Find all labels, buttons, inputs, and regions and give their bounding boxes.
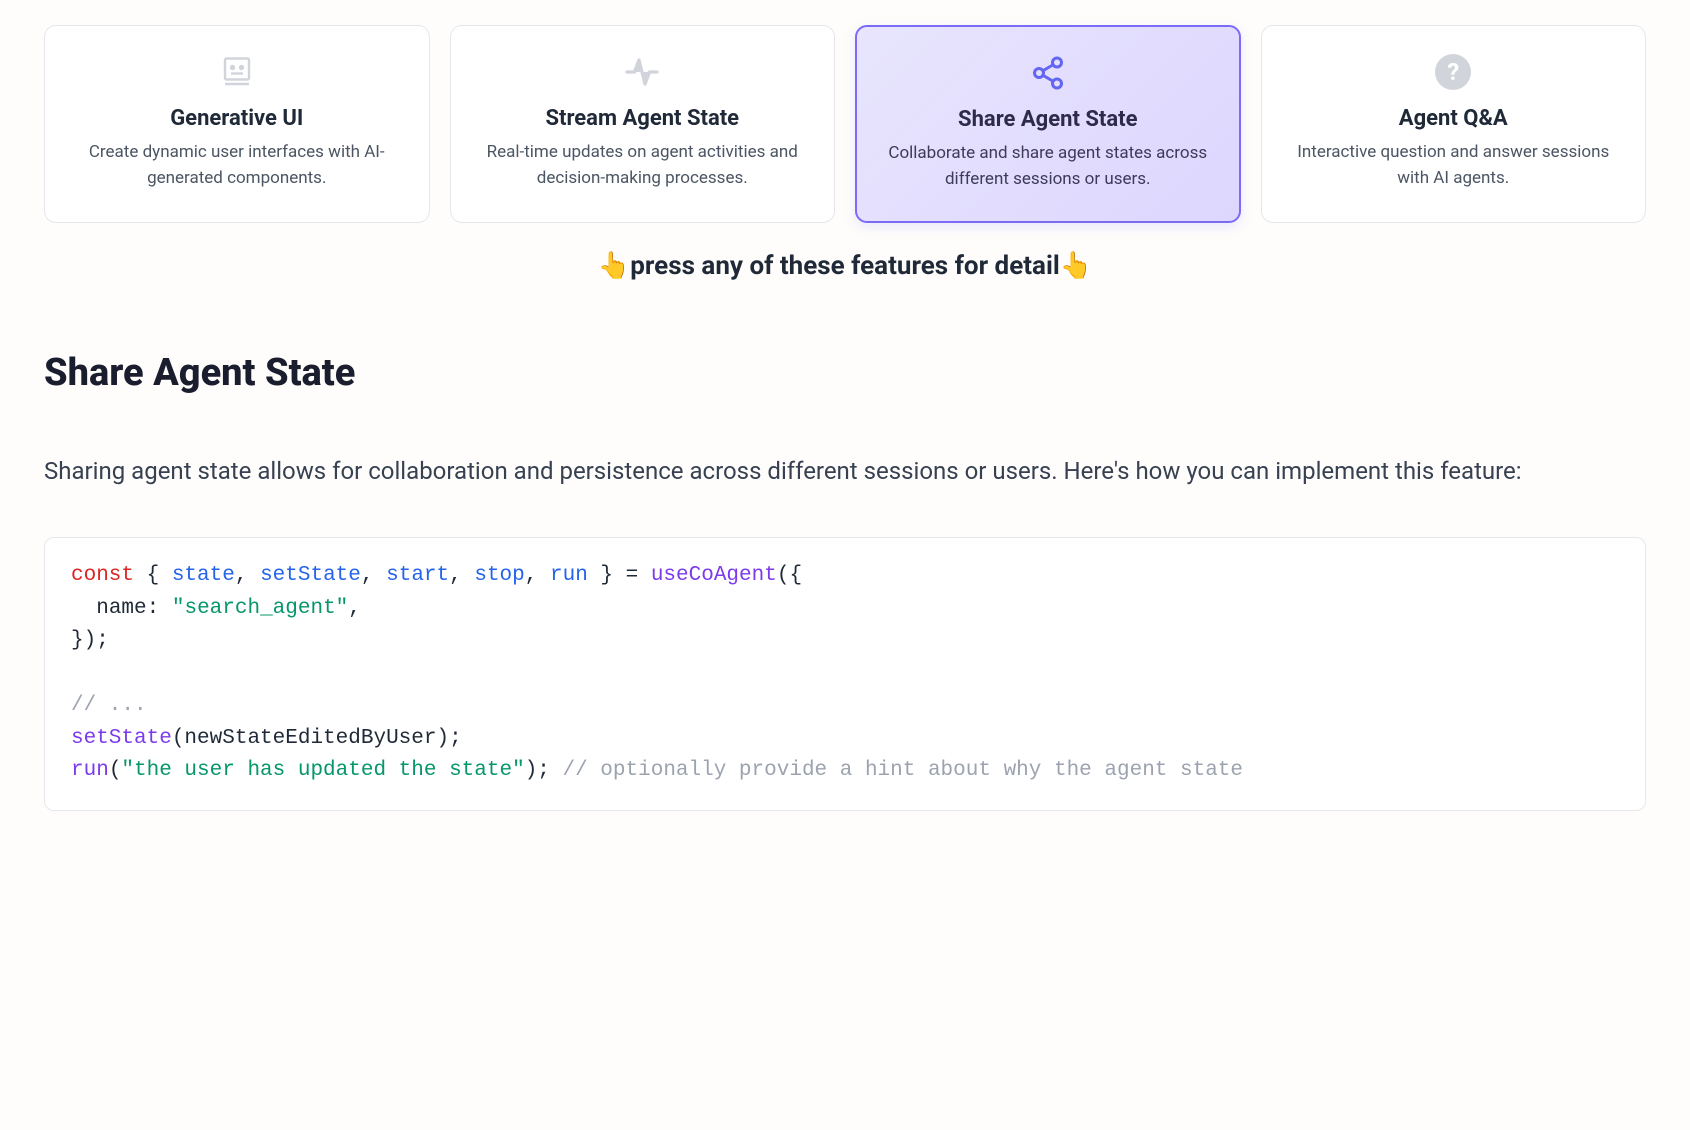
- code-func: run: [71, 759, 109, 782]
- code-text: });: [71, 629, 109, 652]
- question-icon: ?: [1433, 52, 1473, 92]
- card-description: Collaborate and share agent states acros…: [875, 140, 1221, 193]
- code-text: ,: [348, 597, 361, 620]
- card-description: Create dynamic user interfaces with AI-g…: [63, 139, 411, 192]
- code-keyword: const: [71, 564, 134, 587]
- code-var: state: [172, 564, 235, 587]
- code-string: "the user has updated the state": [121, 759, 524, 782]
- card-title: Generative UI: [170, 106, 303, 131]
- code-text: (newStateEditedByUser);: [172, 727, 462, 750]
- code-var: stop: [474, 564, 524, 587]
- code-text: :: [147, 597, 172, 620]
- code-var: setState: [260, 564, 361, 587]
- code-text: ,: [361, 564, 386, 587]
- feature-card-share-agent-state[interactable]: Share Agent State Collaborate and share …: [855, 25, 1241, 223]
- code-comment: // ...: [71, 694, 147, 717]
- feature-card-agent-qa[interactable]: ? Agent Q&A Interactive question and ans…: [1261, 25, 1647, 223]
- code-text: ({: [777, 564, 802, 587]
- code-text: {: [134, 564, 172, 587]
- code-block: const { state, setState, start, stop, ru…: [44, 537, 1646, 811]
- code-var: start: [386, 564, 449, 587]
- code-text: } =: [588, 564, 651, 587]
- card-title: Share Agent State: [958, 107, 1137, 132]
- press-hint-text: 👆press any of these features for detail👆: [44, 251, 1646, 281]
- section-description: Sharing agent state allows for collabora…: [44, 449, 1646, 493]
- code-func: useCoAgent: [651, 564, 777, 587]
- code-prop: name: [96, 597, 146, 620]
- code-var: run: [550, 564, 588, 587]
- section-title: Share Agent State: [44, 351, 1646, 395]
- display-icon: [217, 52, 257, 92]
- code-text: ,: [525, 564, 550, 587]
- share-icon: [1028, 53, 1068, 93]
- code-func: setState: [71, 727, 172, 750]
- code-text: ,: [449, 564, 474, 587]
- code-text: [71, 597, 96, 620]
- code-comment: // optionally provide a hint about why t…: [563, 759, 1244, 782]
- card-description: Real-time updates on agent activities an…: [469, 139, 817, 192]
- feature-cards-row: Generative UI Create dynamic user interf…: [44, 25, 1646, 223]
- card-description: Interactive question and answer sessions…: [1280, 139, 1628, 192]
- code-text: ,: [235, 564, 260, 587]
- code-text: );: [525, 759, 563, 782]
- card-title: Stream Agent State: [545, 106, 739, 131]
- card-title: Agent Q&A: [1399, 106, 1508, 131]
- activity-icon: [622, 52, 662, 92]
- code-string: "search_agent": [172, 597, 348, 620]
- feature-card-stream-agent-state[interactable]: Stream Agent State Real-time updates on …: [450, 25, 836, 223]
- code-text: (: [109, 759, 122, 782]
- feature-card-generative-ui[interactable]: Generative UI Create dynamic user interf…: [44, 25, 430, 223]
